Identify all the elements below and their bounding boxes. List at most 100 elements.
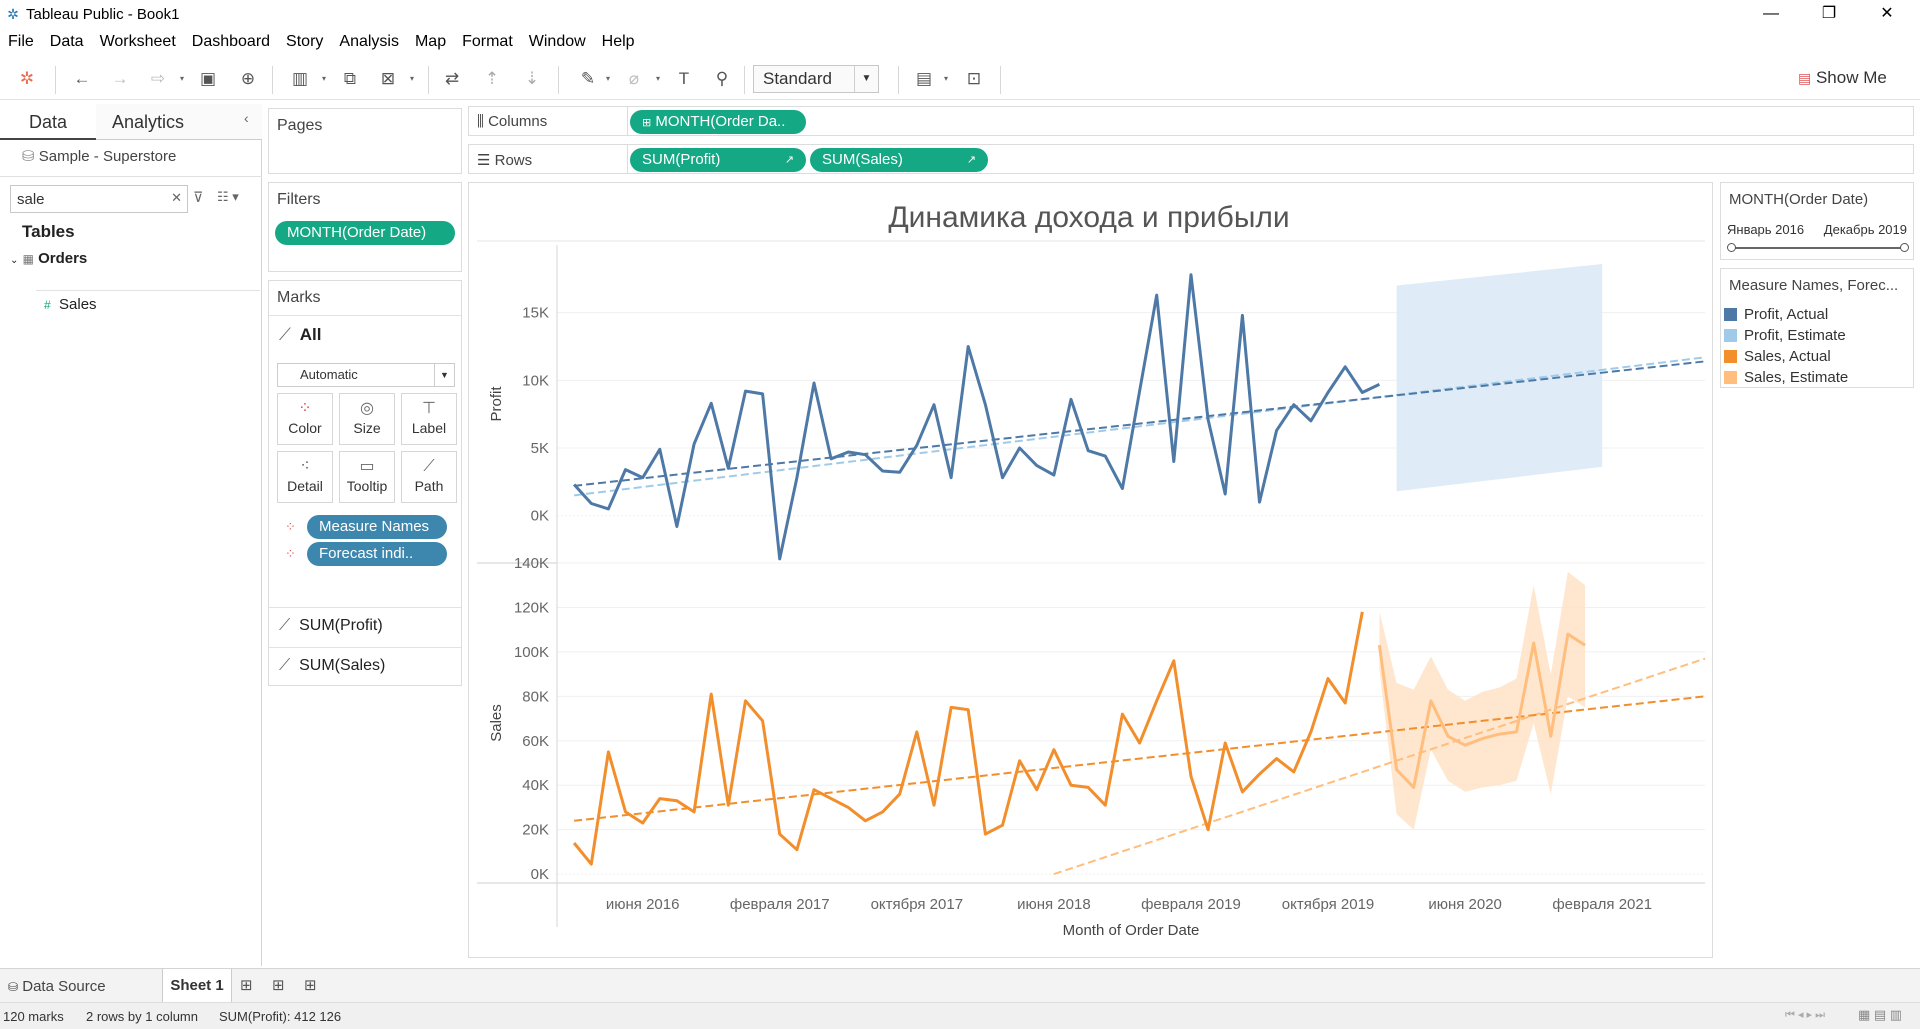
restore-icon[interactable]: ❐ <box>1800 0 1858 28</box>
view-options-icon[interactable]: ☷ ▾ <box>217 189 239 205</box>
table-orders[interactable]: ⌄ ▦ Orders <box>10 250 87 267</box>
rows-icon: ☰ <box>477 152 491 169</box>
date-filter-card: MONTH(Order Date) Январь 2016 Декабрь 20… <box>1720 182 1914 260</box>
sheet-navigation-icon[interactable]: ⏮ ◂ ▸ ⏭ <box>1785 1008 1825 1022</box>
filter-pill[interactable]: MONTH(Order Date) <box>275 221 455 245</box>
filter-icon[interactable]: ⊽ <box>193 189 203 206</box>
legend-swatch <box>1724 350 1737 363</box>
legend-item[interactable]: Sales, Actual <box>1724 348 1831 365</box>
legend-item[interactable]: Profit, Actual <box>1724 306 1828 323</box>
tab-analytics[interactable]: Analytics <box>96 104 262 140</box>
detail-icon: ⁖ <box>300 458 310 475</box>
expand-icon: ⊞ <box>642 117 652 129</box>
tooltip-button[interactable]: ▭ Tooltip <box>339 451 395 503</box>
sheet-tabs-bar: ⛁ Data Source Sheet 1 ⊞ ⊞ ⊞ <box>0 968 1920 1002</box>
measure-names-pill[interactable]: Measure Names <box>307 515 447 539</box>
group-members-icon[interactable]: ⌀ <box>622 67 646 91</box>
show-cards-icon[interactable]: ▤ <box>912 67 936 91</box>
menu-map[interactable]: Map <box>415 33 446 51</box>
data-source-tab[interactable]: ⛁ Data Source <box>8 978 106 995</box>
rows-columns-count: 2 rows by 1 column <box>86 1009 198 1024</box>
tooltip-icon: ▭ <box>359 458 375 475</box>
path-button[interactable]: ⟋ Path <box>401 451 457 503</box>
clear-search-icon[interactable]: ✕ <box>171 190 182 206</box>
save-icon[interactable]: ▣ <box>196 67 220 91</box>
search-input[interactable]: sale <box>17 191 45 208</box>
rows-label: ☰ Rows <box>477 151 532 169</box>
marks-card-profit[interactable]: ⟋ SUM(Profit) <box>279 617 383 635</box>
legend-item[interactable]: Sales, Estimate <box>1724 369 1848 386</box>
pages-shelf[interactable]: Pages <box>268 108 462 174</box>
filters-label: Filters <box>277 191 321 208</box>
tab-data[interactable]: Data <box>0 104 96 140</box>
marks-card-sales[interactable]: ⟋ SUM(Sales) <box>279 657 385 675</box>
redo-icon[interactable]: → <box>108 67 132 91</box>
slider-handle-end[interactable] <box>1900 243 1909 252</box>
size-label: Size <box>353 420 381 436</box>
mark-type-dropdown[interactable]: Automatic ▼ <box>277 363 455 387</box>
menu-format[interactable]: Format <box>462 33 513 51</box>
date-range-slider[interactable] <box>1731 247 1903 249</box>
menu-worksheet[interactable]: Worksheet <box>100 33 176 51</box>
show-me-icon: ▤ <box>1798 70 1812 86</box>
marks-all[interactable]: ⟋ All <box>279 325 321 345</box>
replay-icon[interactable]: ⇨ <box>146 67 170 91</box>
new-datasource-icon[interactable]: ⊕ <box>236 67 260 91</box>
fit-dropdown[interactable]: Standard ▼ <box>753 65 879 93</box>
rows-pill-sales[interactable]: SUM(Sales) ↗ <box>810 148 988 172</box>
presentation-mode-icon[interactable]: ⊡ <box>962 67 986 91</box>
tableau-home-icon[interactable]: ✲ <box>15 67 39 91</box>
swap-rows-columns-icon[interactable]: ⇄ <box>440 67 464 91</box>
size-button[interactable]: ◎ Size <box>339 393 395 445</box>
menu-help[interactable]: Help <box>602 33 635 51</box>
legend-item[interactable]: Profit, Estimate <box>1724 327 1846 344</box>
menu-file[interactable]: File <box>8 33 34 51</box>
menu-window[interactable]: Window <box>529 33 586 51</box>
y-tick-label: 5K <box>531 440 549 457</box>
menu-analysis[interactable]: Analysis <box>339 33 399 51</box>
rows-pill-profit[interactable]: SUM(Profit) ↗ <box>630 148 806 172</box>
sheet-tab-1[interactable]: Sheet 1 <box>162 969 232 1002</box>
menu-dashboard[interactable]: Dashboard <box>192 33 270 51</box>
datasource-item[interactable]: ⛁ Sample - Superstore <box>22 147 176 165</box>
sort-ascending-icon[interactable]: ⇡ <box>480 67 504 91</box>
duplicate-icon[interactable]: ⧉ <box>338 67 362 91</box>
minimize-icon[interactable]: — <box>1742 0 1800 28</box>
slider-handle-start[interactable] <box>1727 243 1736 252</box>
fix-axes-icon[interactable]: ⚲ <box>710 67 734 91</box>
marks-label: Marks <box>277 289 321 306</box>
new-worksheet-icon[interactable]: ⊞ <box>240 976 253 994</box>
label-button[interactable]: ⊤ Label <box>401 393 457 445</box>
x-tick-label: февраля 2017 <box>730 896 830 913</box>
show-mark-labels-icon[interactable]: T <box>672 67 696 91</box>
search-box[interactable]: sale ✕ <box>10 185 188 213</box>
highlight-icon[interactable]: ✎ <box>576 67 600 91</box>
close-icon[interactable]: ✕ <box>1858 0 1916 28</box>
color-button[interactable]: ⁘ Color <box>277 393 333 445</box>
columns-pill[interactable]: ⊞ MONTH(Order Da.. <box>630 110 806 134</box>
new-story-icon[interactable]: ⊞ <box>304 976 317 994</box>
rows-pill-label: SUM(Sales) <box>822 151 903 168</box>
show-me-button[interactable]: ▤ Show Me <box>1798 68 1887 88</box>
y-tick-label: 15K <box>522 305 549 322</box>
undo-icon[interactable]: ← <box>70 67 94 91</box>
new-dashboard-icon[interactable]: ⊞ <box>272 976 285 994</box>
label-label: Label <box>411 420 447 436</box>
field-sales[interactable]: # Sales <box>44 296 97 313</box>
clear-sheet-icon[interactable]: ⊠ <box>376 67 400 91</box>
line-mark-icon: ⟋ <box>279 657 291 674</box>
line-mark-icon: ⟋ <box>279 325 291 344</box>
chart-canvas[interactable]: Динамика дохода и прибыли 0K 5K 10K 15K Profi… <box>469 183 1714 959</box>
expand-icon[interactable]: ⌄ <box>10 255 18 266</box>
forecast-indicator-pill[interactable]: Forecast indi.. <box>307 542 447 566</box>
series-line <box>572 273 1381 561</box>
new-worksheet-icon[interactable]: ▥ <box>288 67 312 91</box>
detail-button[interactable]: ⁖ Detail <box>277 451 333 503</box>
menu-story[interactable]: Story <box>286 33 323 51</box>
menu-data[interactable]: Data <box>50 33 84 51</box>
filters-shelf[interactable]: Filters MONTH(Order Date) <box>268 182 462 272</box>
collapse-pane-icon[interactable]: ‹ <box>244 110 249 126</box>
sort-descending-icon[interactable]: ⇣ <box>520 67 544 91</box>
color-label: Color <box>288 420 322 436</box>
sheet-view-icon[interactable]: ▦ ▤ ▥ <box>1858 1007 1902 1023</box>
